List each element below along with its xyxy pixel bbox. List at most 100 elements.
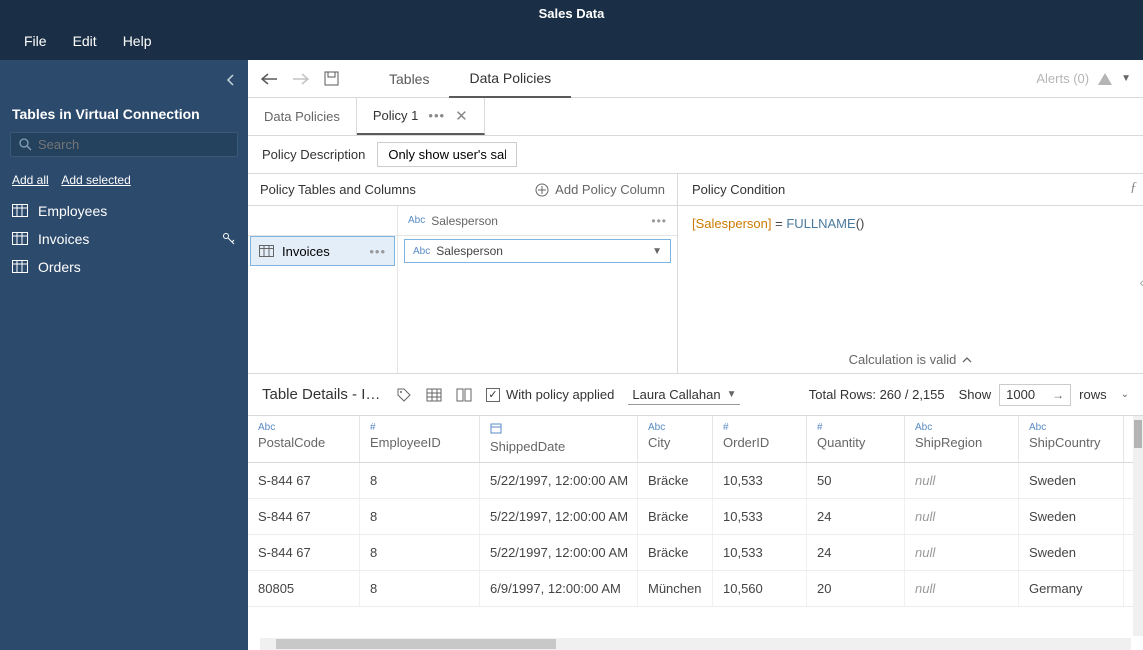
split-view-icon[interactable] <box>456 388 472 402</box>
condition-function-token: FULLNAME <box>786 216 855 231</box>
table-cell: Sweden <box>1019 463 1124 498</box>
table-row[interactable]: 8080586/9/1997, 12:00:00 AMMünchen10,560… <box>248 571 1143 607</box>
column-header[interactable]: AbcShipCountry <box>1019 416 1124 462</box>
table-icon <box>259 245 274 257</box>
menu-help[interactable]: Help <box>123 33 152 49</box>
table-cell: 8 <box>360 571 480 606</box>
sidebar-item-label: Invoices <box>38 231 89 247</box>
policy-tables-header: Policy Tables and Columns <box>260 182 416 197</box>
alerts-label[interactable]: Alerts (0) <box>1036 71 1089 86</box>
policy-table-row[interactable]: Invoices ••• <box>250 236 395 266</box>
policy-column-select[interactable]: Abc Salesperson ▼ <box>404 239 671 263</box>
search-input[interactable] <box>38 137 229 152</box>
add-selected-link[interactable]: Add selected <box>61 173 130 187</box>
tab-tables[interactable]: Tables <box>369 60 449 98</box>
table-cell: 5/22/1997, 12:00:00 AM <box>480 463 638 498</box>
table-cell: Bräcke <box>638 535 713 570</box>
table-cell: Sweden <box>1019 535 1124 570</box>
column-header[interactable]: #Quantity <box>807 416 905 462</box>
menu-file[interactable]: File <box>24 33 47 49</box>
calculation-valid-status[interactable]: Calculation is valid <box>678 346 1143 373</box>
table-cell: 6/9/1997, 12:00:00 AM <box>480 571 638 606</box>
app-title: Sales Data <box>0 0 1143 25</box>
data-grid: AbcPostalCode#EmployeeIDShippedDateAbcCi… <box>248 416 1143 650</box>
policy-table-name: Invoices <box>282 244 330 259</box>
policy-tab-close-icon[interactable]: ✕ <box>455 107 468 125</box>
abc-type-icon: Abc <box>408 215 425 226</box>
table-cell: null <box>905 571 1019 606</box>
table-cell: 8 <box>360 535 480 570</box>
column-header[interactable]: AbcShipRegion <box>905 416 1019 462</box>
policy-description-label: Policy Description <box>262 147 365 162</box>
key-icon <box>222 232 236 246</box>
column-header[interactable]: #EmployeeID <box>360 416 480 462</box>
column-header[interactable]: ShippedDate <box>480 416 638 462</box>
horizontal-scrollbar[interactable] <box>260 638 1131 650</box>
vertical-scrollbar[interactable] <box>1133 416 1143 636</box>
table-cell: null <box>905 535 1019 570</box>
table-cell: 50 <box>807 463 905 498</box>
add-all-link[interactable]: Add all <box>12 173 49 187</box>
policy-tab-list[interactable]: Data Policies <box>248 98 357 135</box>
add-policy-column-button[interactable]: Add Policy Column <box>535 182 665 197</box>
column-header[interactable]: AbcCity <box>638 416 713 462</box>
table-row[interactable]: S-844 6785/22/1997, 12:00:00 AMBräcke10,… <box>248 535 1143 571</box>
table-row[interactable]: S-844 6785/22/1997, 12:00:00 AMBräcke10,… <box>248 463 1143 499</box>
user-dropdown[interactable]: Laura Callahan ▼ <box>628 385 740 405</box>
policy-condition-editor[interactable]: [Salesperson] = FULLNAME() <box>678 206 1143 346</box>
sidebar-collapse-button[interactable] <box>226 74 236 86</box>
tab-data-policies[interactable]: Data Policies <box>449 60 571 98</box>
chevron-down-icon: ▼ <box>727 389 737 400</box>
table-cell: Germany <box>1019 571 1124 606</box>
policy-condition-header: Policy Condition <box>692 182 785 197</box>
sidebar-item-orders[interactable]: Orders <box>0 253 248 281</box>
search-box[interactable] <box>10 132 238 157</box>
menu-edit[interactable]: Edit <box>73 33 97 49</box>
table-cell: 24 <box>807 535 905 570</box>
table-cell: 8 <box>360 499 480 534</box>
table-cell: S-844 67 <box>248 499 360 534</box>
column-more-icon[interactable]: ••• <box>651 214 667 228</box>
policy-tab-label: Policy 1 <box>373 108 419 123</box>
abc-type-icon: Abc <box>413 246 430 257</box>
tag-icon[interactable] <box>396 387 412 403</box>
sidebar-item-employees[interactable]: Employees <box>0 197 248 225</box>
grid-view-icon[interactable] <box>426 388 442 402</box>
table-cell: Sweden <box>1019 499 1124 534</box>
table-details-title: Table Details - In... <box>262 386 382 403</box>
table-icon <box>12 260 28 274</box>
function-icon[interactable]: ƒ <box>1130 180 1137 196</box>
table-cell: München <box>638 571 713 606</box>
plus-circle-icon <box>535 183 549 197</box>
rows-label: rows <box>1079 387 1106 402</box>
policy-description-input[interactable] <box>377 142 517 167</box>
sidebar-title: Tables in Virtual Connection <box>0 60 248 132</box>
table-cell: 5/22/1997, 12:00:00 AM <box>480 499 638 534</box>
row-count-input[interactable]: 1000 → <box>999 384 1071 406</box>
policy-tab-active[interactable]: Policy 1 ••• ✕ <box>357 98 485 135</box>
back-arrow-icon[interactable] <box>260 72 278 86</box>
table-cell: 80805 <box>248 571 360 606</box>
with-policy-checkbox[interactable]: ✓ With policy applied <box>486 387 614 402</box>
table-cell: 24 <box>807 499 905 534</box>
column-header[interactable]: AbcPostalCode <box>248 416 360 462</box>
show-label: Show <box>959 387 992 402</box>
table-cell: Bräcke <box>638 463 713 498</box>
policy-column-header: Salesperson <box>431 214 498 228</box>
details-chevron-down-icon[interactable]: ⌄ <box>1121 389 1129 400</box>
search-icon <box>19 138 32 151</box>
table-cell: S-844 67 <box>248 535 360 570</box>
table-more-icon[interactable]: ••• <box>369 244 386 259</box>
alerts-dropdown-icon[interactable]: ▼ <box>1121 73 1131 84</box>
total-rows-label: Total Rows: 260 / 2,155 <box>809 387 945 402</box>
policy-tab-more-icon[interactable]: ••• <box>428 108 445 123</box>
table-cell: null <box>905 499 1019 534</box>
forward-arrow-icon[interactable] <box>292 72 310 86</box>
collapse-handle-icon[interactable]: ‹ <box>1139 274 1143 290</box>
save-icon[interactable] <box>324 71 339 86</box>
table-row[interactable]: S-844 6785/22/1997, 12:00:00 AMBräcke10,… <box>248 499 1143 535</box>
table-cell: 5/22/1997, 12:00:00 AM <box>480 535 638 570</box>
column-header[interactable]: #OrderID <box>713 416 807 462</box>
sidebar-item-invoices[interactable]: Invoices <box>0 225 248 253</box>
chevron-down-icon: ▼ <box>652 246 662 257</box>
